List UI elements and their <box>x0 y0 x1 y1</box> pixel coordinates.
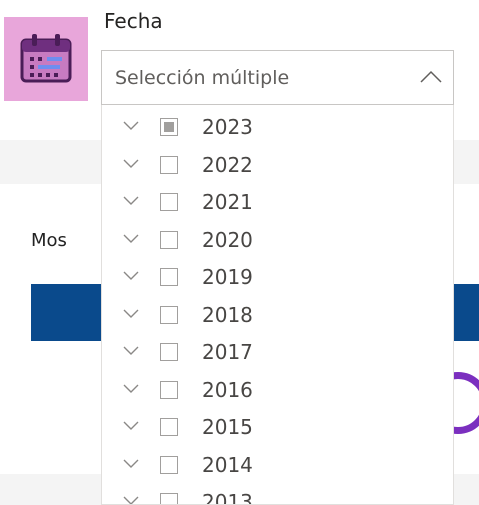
year-label: 2016 <box>202 377 253 402</box>
year-label: 2015 <box>202 415 253 439</box>
year-list: 2023 2022 2021 2020 2019 2018 2017 2016 2015 2014… <box>102 109 453 505</box>
year-checkbox[interactable] <box>160 305 178 324</box>
slicer-dropdown-list[interactable]: 2023 2022 2021 2020 2019 2018 2017 2016 2015 2014… <box>101 105 454 505</box>
list-item[interactable]: 2021 <box>102 184 453 222</box>
expand-chevron-icon[interactable] <box>122 307 140 319</box>
background-partial-text: Mos <box>31 230 67 251</box>
expand-chevron-icon[interactable] <box>122 232 140 244</box>
expand-chevron-icon[interactable] <box>122 457 140 469</box>
chevron-up-icon[interactable] <box>419 68 443 84</box>
year-label: 2023 <box>202 115 253 139</box>
year-label: 2021 <box>202 190 253 214</box>
year-checkbox[interactable] <box>160 230 178 249</box>
year-checkbox[interactable] <box>160 455 178 474</box>
slicer-dropdown[interactable]: Selección múltiple <box>101 50 454 105</box>
expand-chevron-icon[interactable] <box>122 344 140 356</box>
expand-chevron-icon[interactable] <box>122 157 140 169</box>
year-label: 2013 <box>202 490 253 505</box>
list-item[interactable]: 2015 <box>102 409 453 447</box>
year-checkbox[interactable] <box>160 493 178 504</box>
year-checkbox[interactable] <box>160 118 178 136</box>
expand-chevron-icon[interactable] <box>122 194 140 206</box>
list-item[interactable]: 2022 <box>102 147 453 185</box>
list-item[interactable]: 2014 <box>102 447 453 485</box>
list-item[interactable]: 2019 <box>102 259 453 297</box>
year-checkbox[interactable] <box>160 268 178 286</box>
expand-chevron-icon[interactable] <box>122 119 140 131</box>
list-item[interactable]: 2023 <box>102 109 453 147</box>
calendar-icon <box>20 34 72 83</box>
list-item[interactable]: 2018 <box>102 297 453 335</box>
list-item[interactable]: 2013 <box>102 484 453 505</box>
slicer-title: Fecha <box>104 9 163 33</box>
year-checkbox[interactable] <box>160 380 178 399</box>
list-item[interactable]: 2020 <box>102 222 453 260</box>
calendar-tile <box>4 17 88 101</box>
year-label: 2019 <box>202 265 253 289</box>
year-checkbox[interactable] <box>160 343 178 361</box>
year-label: 2022 <box>202 152 253 177</box>
year-label: 2017 <box>202 340 253 364</box>
year-label: 2018 <box>202 302 253 327</box>
expand-chevron-icon[interactable] <box>122 382 140 394</box>
selected-value: Selección múltiple <box>115 67 290 89</box>
year-checkbox[interactable] <box>160 193 178 211</box>
list-item[interactable]: 2017 <box>102 334 453 372</box>
expand-chevron-icon[interactable] <box>122 419 140 431</box>
year-checkbox[interactable] <box>160 418 178 436</box>
expand-chevron-icon[interactable] <box>122 494 140 505</box>
expand-chevron-icon[interactable] <box>122 269 140 281</box>
year-checkbox[interactable] <box>160 155 178 174</box>
list-item[interactable]: 2016 <box>102 372 453 410</box>
year-label: 2014 <box>202 452 253 477</box>
year-label: 2020 <box>202 227 253 252</box>
